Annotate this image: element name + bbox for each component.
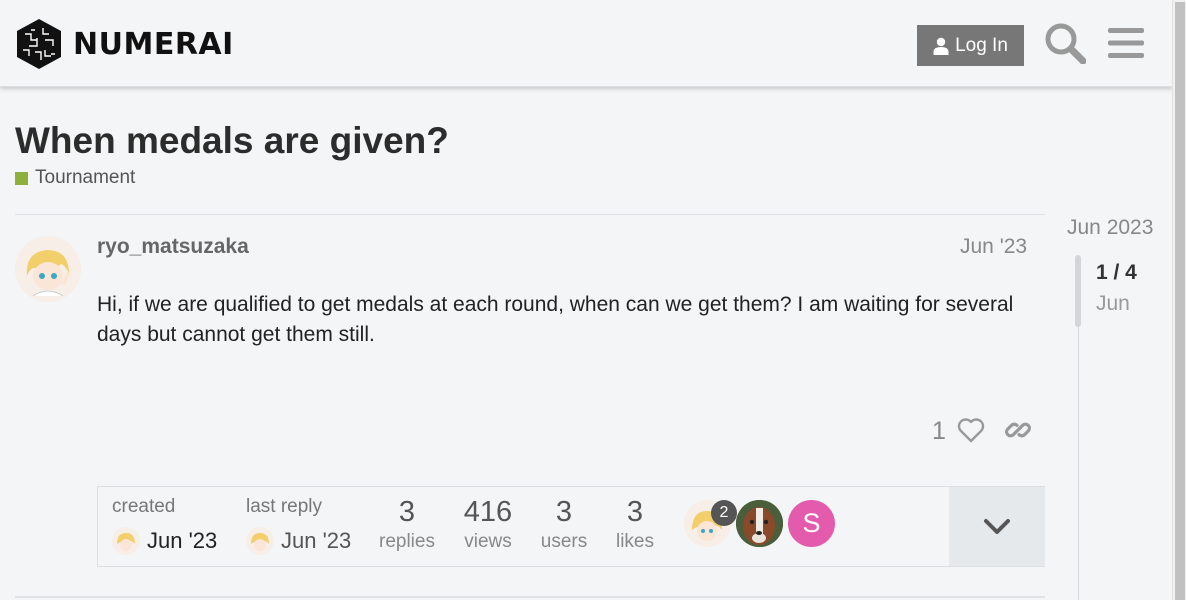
- stat-number: 3: [626, 496, 644, 528]
- login-button[interactable]: Log In: [917, 25, 1024, 66]
- avatar: [246, 527, 274, 555]
- last-reply-label: last reply: [246, 496, 323, 517]
- numerai-logo[interactable]: NUMERAI: [15, 18, 234, 70]
- stat-number: 416: [463, 496, 513, 528]
- page-scrollbar[interactable]: [1172, 0, 1186, 600]
- expand-topic-map-button[interactable]: [949, 487, 1045, 566]
- stat-likes: 3 likes: [604, 496, 666, 553]
- logo-text: NUMERAI: [73, 26, 234, 62]
- search-icon[interactable]: [1044, 22, 1086, 64]
- divider: [15, 596, 1045, 598]
- stat-replies: 3 replies: [368, 496, 446, 553]
- participant-initial: S: [802, 508, 821, 538]
- participant-list: S: [684, 500, 840, 547]
- stat-views: 416 views: [448, 496, 528, 553]
- login-label: Log In: [955, 34, 1008, 56]
- created-label: created: [112, 496, 176, 517]
- stat-number: 3: [555, 496, 573, 528]
- timeline-position: 1 / 4: [1096, 261, 1137, 284]
- participant-post-count-badge: 2: [711, 500, 737, 526]
- category-badge[interactable]: Tournament: [15, 167, 135, 189]
- post-date[interactable]: Jun '23: [960, 235, 1027, 259]
- heart-icon[interactable]: [957, 416, 985, 444]
- scrollbar-thumb[interactable]: [1175, 2, 1185, 600]
- post-body: Hi, if we are qualified to get medals at…: [97, 293, 1014, 346]
- timeline-scroller-handle[interactable]: [1075, 255, 1081, 327]
- timeline-start-date[interactable]: Jun 2023: [1067, 216, 1153, 240]
- participant-avatar[interactable]: S: [788, 500, 835, 547]
- stat-label: replies: [379, 531, 435, 552]
- user-icon: [933, 37, 949, 55]
- last-reply-date: Jun '23: [281, 528, 352, 553]
- avatar[interactable]: [15, 236, 81, 302]
- stat-label: likes: [615, 531, 654, 552]
- avatar: [112, 527, 140, 555]
- anime-avatar-image: [15, 236, 81, 302]
- category-color-swatch: [15, 171, 28, 185]
- post-username[interactable]: ryo_matsuzaka: [97, 235, 249, 259]
- last-reply-info[interactable]: last reply Jun '23: [246, 496, 351, 555]
- logo-mark-icon: [17, 19, 61, 69]
- divider: [15, 214, 1045, 215]
- topic-map: created Jun '23 last reply Jun '23 3 rep…: [97, 486, 1045, 567]
- site-header: NUMERAI Log In: [0, 0, 1172, 87]
- participant-avatar[interactable]: [736, 500, 783, 547]
- like-count[interactable]: 1: [932, 417, 946, 446]
- created-info[interactable]: created Jun '23: [112, 496, 217, 555]
- link-icon[interactable]: [1004, 416, 1032, 444]
- created-date: Jun '23: [147, 528, 218, 553]
- stat-label: views: [464, 531, 512, 552]
- timeline-track: [1078, 327, 1079, 600]
- stat-label: users: [540, 531, 588, 552]
- timeline-date: Jun: [1096, 292, 1130, 315]
- topic-title[interactable]: When medals are given?: [15, 120, 449, 162]
- stat-users: 3 users: [530, 496, 598, 553]
- chevron-down-icon: [984, 518, 1010, 534]
- category-label: Tournament: [35, 167, 136, 188]
- stat-number: 3: [398, 496, 416, 528]
- hamburger-menu-icon[interactable]: [1108, 26, 1144, 60]
